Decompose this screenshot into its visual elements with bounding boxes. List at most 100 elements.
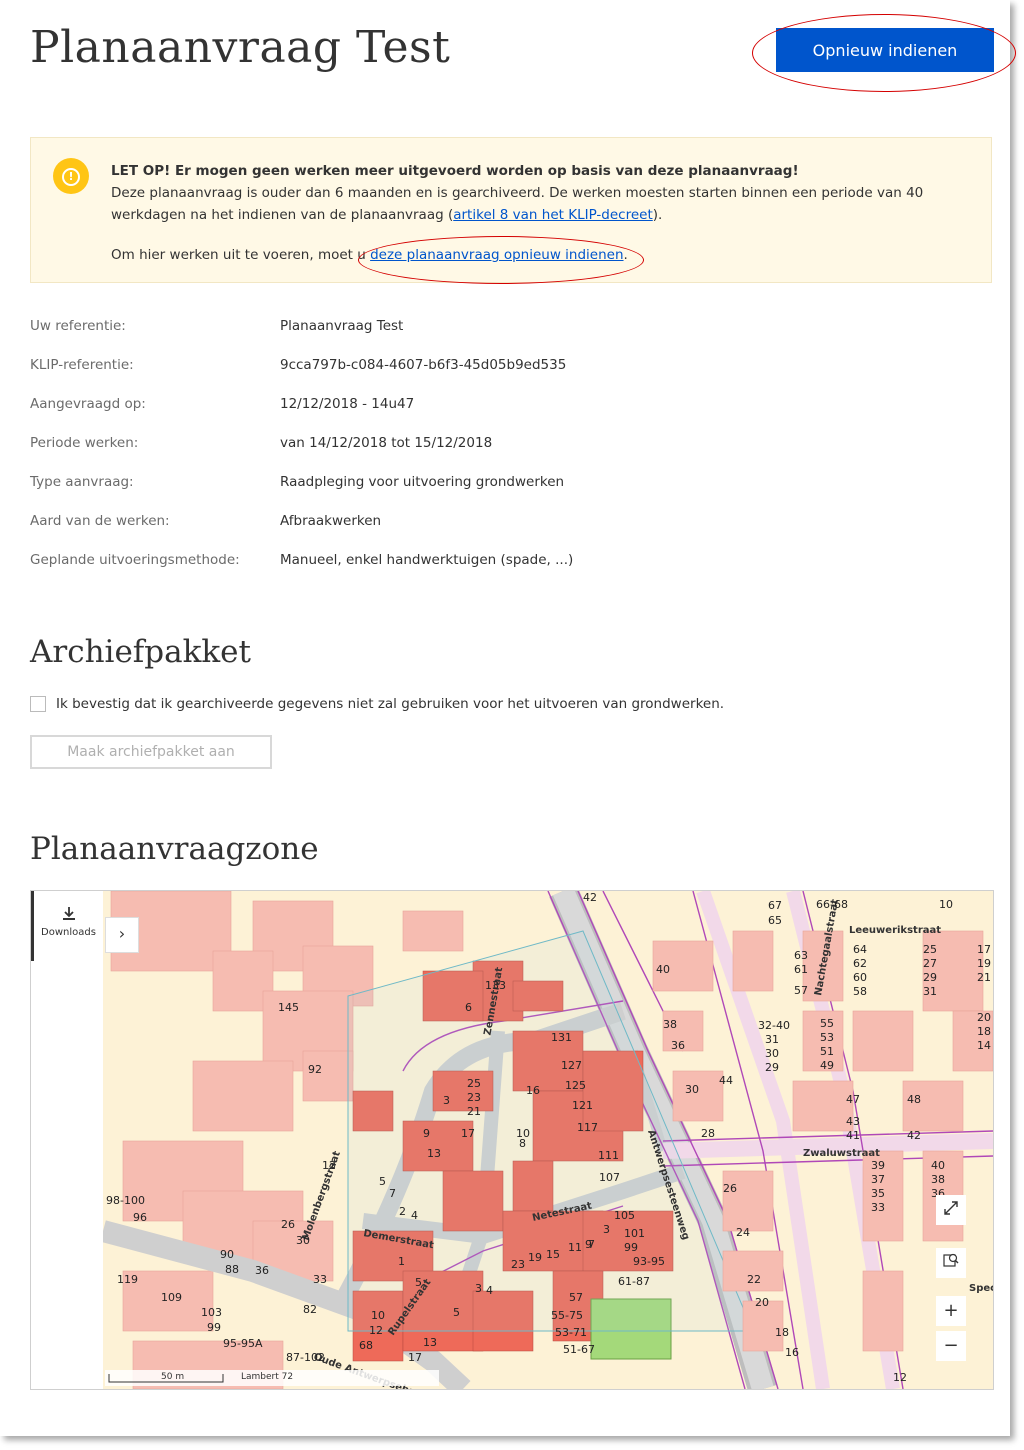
house-number: 19	[528, 1251, 542, 1264]
house-number: 37	[871, 1173, 885, 1186]
house-number: 14	[977, 1039, 991, 1052]
house-number: 30	[765, 1047, 779, 1060]
house-number: 24	[736, 1226, 750, 1239]
house-number: 42	[907, 1129, 921, 1142]
house-number: 16	[785, 1346, 799, 1359]
download-icon	[34, 905, 103, 927]
house-number: 90	[220, 1248, 234, 1261]
confirm-checkbox[interactable]	[30, 696, 46, 712]
detail-value: Manueel, enkel handwerktuigen (spade, ..…	[280, 552, 574, 568]
house-number: 57	[794, 984, 808, 997]
house-number: 21	[467, 1105, 481, 1118]
resubmit-button[interactable]: Opnieuw indienen	[776, 28, 994, 72]
detail-label: Uw referentie:	[30, 318, 126, 334]
house-number: 31	[923, 985, 937, 998]
chevron-right-icon[interactable]: ›	[105, 917, 139, 953]
alert-heading: LET OP! Er mogen geen werken meer uitgev…	[111, 163, 799, 179]
page: Planaanvraag Test Opnieuw indienen ! LET…	[0, 0, 1016, 1436]
house-number: 60	[853, 971, 867, 984]
archived-alert: ! LET OP! Er mogen geen werken meer uitg…	[30, 137, 992, 283]
map-viewer[interactable]: Downloads Zennestraat Netestraat Demerst…	[30, 890, 994, 1390]
house-number: 44	[719, 1074, 733, 1087]
house-number: 40	[931, 1159, 945, 1172]
house-number: 99	[207, 1321, 221, 1334]
alert-body: LET OP! Er mogen geen werken meer uitgev…	[111, 160, 971, 266]
house-number: 109	[161, 1291, 182, 1304]
confirm-checkbox-row[interactable]: Ik bevestig dat ik gearchiveerde gegeven…	[30, 696, 724, 712]
house-number: 3	[603, 1223, 610, 1236]
house-number: 23	[511, 1258, 525, 1271]
detail-value: Raadpleging voor uitvoering grondwerken	[280, 474, 565, 490]
resubmit-link[interactable]: deze planaanvraag opnieuw indienen	[370, 247, 623, 263]
house-number: 4	[411, 1209, 418, 1222]
zoom-out-button[interactable]: −	[936, 1331, 966, 1361]
page-title: Planaanvraag Test	[30, 22, 451, 73]
detail-label: Geplande uitvoeringsmethode:	[30, 552, 240, 568]
house-number: 53-71	[555, 1326, 587, 1339]
house-number: 133	[485, 979, 506, 992]
house-number: 17	[977, 943, 991, 956]
house-number: 11	[568, 1241, 582, 1254]
house-number: 5	[453, 1306, 460, 1319]
house-number: 48	[907, 1093, 921, 1106]
detail-value: 12/12/2018 - 14u47	[280, 396, 415, 412]
house-number: 3	[475, 1282, 482, 1295]
house-number: 5	[379, 1175, 386, 1188]
map-canvas[interactable]: Zennestraat Netestraat Demerstraat Rupel…	[103, 891, 993, 1389]
house-number: 88	[225, 1263, 239, 1276]
house-number: 55-75	[551, 1309, 583, 1322]
house-number: 111	[598, 1149, 619, 1162]
alert-text-after: ).	[652, 207, 663, 223]
house-number: 95-95A	[223, 1337, 263, 1350]
house-number: 41	[846, 1129, 860, 1142]
alert-resubmit-text: Om hier werken uit te voeren, moet u dez…	[111, 244, 971, 266]
house-number: 18	[775, 1326, 789, 1339]
detail-value: Afbraakwerken	[280, 513, 382, 529]
zone-heading: Planaanvraagzone	[30, 831, 319, 867]
street-label: Speci	[969, 1283, 993, 1294]
detail-label: Type aanvraag:	[30, 474, 134, 490]
create-archive-button: Maak archiefpakket aan	[30, 735, 272, 769]
confirm-checkbox-label: Ik bevestig dat ik gearchiveerde gegeven…	[56, 696, 725, 712]
fullscreen-icon[interactable]	[936, 1195, 966, 1225]
house-number: 1	[398, 1255, 405, 1268]
house-number: 21	[977, 971, 991, 984]
house-number: 36	[255, 1264, 269, 1277]
house-number: 38	[931, 1173, 945, 1186]
house-number: 10	[371, 1309, 385, 1322]
archive-heading: Archiefpakket	[30, 634, 251, 670]
house-number: 8	[519, 1137, 526, 1150]
house-number: 9	[423, 1127, 430, 1140]
house-number: 29	[765, 1061, 779, 1074]
house-number: 2	[399, 1205, 406, 1218]
house-number: 92	[308, 1063, 322, 1076]
house-number: 63	[794, 949, 808, 962]
house-number: 25	[467, 1077, 481, 1090]
house-number: 39	[871, 1159, 885, 1172]
house-number: 6	[465, 1001, 472, 1014]
article-link[interactable]: artikel 8 van het KLIP-decreet	[453, 207, 653, 223]
house-number: 36	[671, 1039, 685, 1052]
house-number: 28	[701, 1127, 715, 1140]
zoom-in-button[interactable]: +	[936, 1296, 966, 1326]
zoom-extent-icon[interactable]	[936, 1248, 966, 1278]
projection-label: Lambert 72	[241, 1372, 294, 1382]
house-number: 17	[461, 1127, 475, 1140]
downloads-button[interactable]: Downloads	[31, 891, 103, 961]
house-number: 23	[467, 1091, 481, 1104]
house-number: 96	[133, 1211, 147, 1224]
house-number: 65	[768, 914, 782, 927]
house-number: 64	[853, 943, 867, 956]
detail-value: Planaanvraag Test	[280, 318, 404, 334]
house-number: 25	[923, 943, 937, 956]
house-number: 66-68	[816, 898, 848, 911]
house-number: 30	[685, 1083, 699, 1096]
house-number: 55	[820, 1017, 834, 1030]
house-number: 16	[526, 1084, 540, 1097]
house-number: 38	[663, 1018, 677, 1031]
alert-line2-prefix: Om hier werken uit te voeren, moet u	[111, 247, 371, 263]
house-number: 145	[278, 1001, 299, 1014]
house-number: 5	[415, 1276, 422, 1289]
alert-line2-suffix: .	[623, 247, 628, 263]
detail-label: KLIP-referentie:	[30, 357, 134, 373]
